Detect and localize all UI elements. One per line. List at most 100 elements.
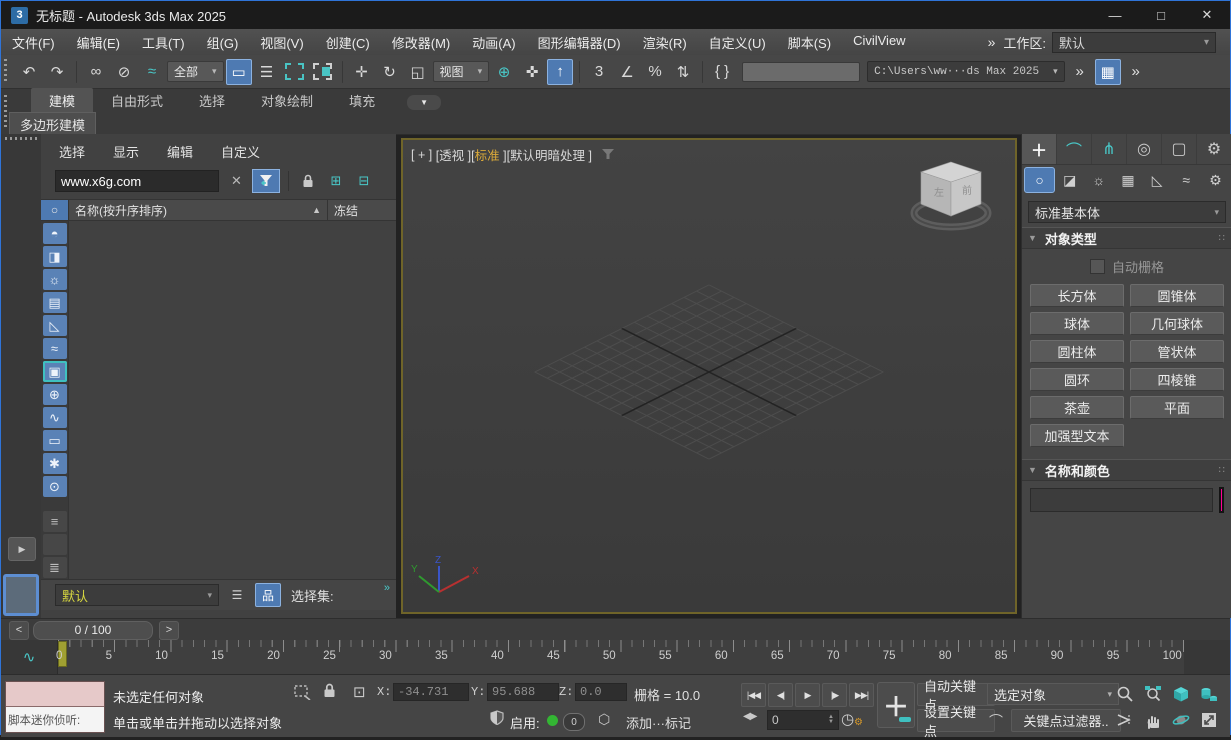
isolate-selection-icon[interactable] [293,684,311,700]
menu-item[interactable]: 编辑(E) [66,33,131,52]
object-type-rollout-header[interactable]: ▼ 对象类型 ∷ [1022,227,1231,249]
menu-item[interactable]: 组(G) [196,33,250,52]
degradation-count-button[interactable]: 0 [563,713,585,731]
subcat-helpers[interactable]: ◺ [1143,167,1172,193]
play-button[interactable]: ▶ [795,683,820,707]
zoom-icon[interactable] [1113,683,1137,705]
menu-overflow-icon[interactable]: » [988,34,996,50]
selection-set-dropdown[interactable]: 选定对象 [987,683,1119,705]
primitive-button[interactable]: 球体 [1030,312,1124,335]
toolbar-button[interactable] [76,60,77,83]
maxscript-mini-listener[interactable]: 脚本迷你侦听: [5,681,105,733]
maximize-button[interactable]: □ [1138,1,1184,29]
menu-item[interactable]: CivilView [842,33,917,52]
set-key-button[interactable]: 设置关键点 [917,705,995,739]
window-crossing-icon[interactable] [310,59,336,85]
menu-item[interactable]: 修改器(M) [381,33,462,52]
ribbon-tab[interactable]: 建模 [31,88,94,113]
zoom-extents-all-icon[interactable] [1197,683,1221,705]
absolute-mode-icon[interactable]: ⊡ [353,683,366,701]
zoom-all-icon[interactable] [1141,683,1165,705]
subcat-lights[interactable]: ☼ [1084,167,1113,193]
selection-filter-dropdown[interactable]: 全部 [167,61,224,82]
primitive-button[interactable]: 圆锥体 [1130,284,1224,307]
filter-bones-icon[interactable]: ∿ [42,407,67,429]
explorer-menu-item[interactable]: 选择 [59,142,85,161]
edit-named-selection-icon[interactable]: { } [709,59,735,85]
previous-frame-button[interactable]: ◀| [768,683,793,707]
autogrid-checkbox[interactable] [1089,259,1105,274]
filter-icon[interactable] [251,169,280,193]
primitive-button[interactable]: 圆柱体 [1030,340,1124,363]
select-and-manipulate-icon[interactable]: ✜ [519,59,545,85]
object-name-field[interactable] [1030,488,1213,512]
time-tag-icon[interactable]: ⬡ [598,711,610,728]
minimize-button[interactable]: — [1092,1,1138,29]
filter-bone-objects-icon[interactable]: ✱ [42,453,67,475]
expand-tree-icon[interactable]: ⊞ [325,171,347,191]
menu-item[interactable]: 自定义(U) [698,33,777,52]
toolbar-overflow-icon[interactable]: » [1067,59,1093,85]
hierarchy-view-icon[interactable]: 品 [255,583,281,607]
collapse-tree-icon[interactable]: ⊟ [353,171,375,191]
spinner-snap-icon[interactable]: ⇅ [670,59,696,85]
reference-coordinate-dropdown[interactable]: 视图 [432,61,490,82]
pan-hand-icon[interactable] [1141,709,1165,731]
listener-macro-row[interactable] [6,682,104,707]
workspace-dropdown[interactable]: 默认 [1052,31,1216,53]
primitive-button[interactable]: 圆环 [1030,368,1124,391]
primitive-button[interactable]: 管状体 [1130,340,1224,363]
select-and-move-icon[interactable]: ✛ [349,59,375,85]
angle-snap-icon[interactable]: ∠ [614,59,640,85]
notes-view-icon[interactable]: ≣ [42,557,67,579]
x-coord-field[interactable]: -34.731 [393,683,469,701]
subcat-shapes[interactable]: ◪ [1055,167,1084,193]
primitive-button[interactable]: 四棱锥 [1130,368,1224,391]
frozen-column-header[interactable]: 冻结 [327,200,396,220]
tab-utilities[interactable]: ⚙ [1197,134,1231,164]
menu-item[interactable]: 脚本(S) [777,33,842,52]
viewport-menu-plus[interactable]: [ + ] [411,148,432,162]
keyboard-shortcut-override-icon[interactable]: ↑ [547,58,574,85]
go-to-start-button[interactable]: |◀◀ [741,683,766,707]
zoom-extents-icon[interactable] [1169,683,1193,705]
explorer-menu-item[interactable]: 显示 [113,142,139,161]
menu-item[interactable]: 动画(A) [461,33,526,52]
filter-visibility-icon[interactable]: ⊙ [42,476,67,498]
filter-containers-icon[interactable]: ▭ [42,430,67,452]
viewcube[interactable]: 左 前 [905,154,997,236]
ribbon-tab[interactable]: 选择 [181,88,243,113]
menu-item[interactable]: 渲染(R) [632,33,698,52]
explorer-menu-item[interactable]: 自定义 [221,142,260,161]
filter-cameras-icon[interactable]: ▤ [42,292,67,314]
select-and-rotate-icon[interactable]: ↻ [377,59,403,85]
redo-icon[interactable]: ↷ [44,59,70,85]
clear-search-icon[interactable]: ✕ [231,173,242,189]
viewport-standard-label[interactable]: [标准 ] [471,145,506,164]
select-object-icon[interactable]: ▭ [225,58,252,85]
go-to-end-button[interactable]: ▶▶| [849,683,874,707]
app-icon[interactable]: 3 [11,6,28,24]
name-column-header[interactable]: 名称(按升序排序) ▲ [69,202,327,219]
previous-frame-arrow[interactable]: < [9,620,29,640]
perspective-viewport[interactable]: [ + ] [透视 ] [标准 ] [默认明暗处理 ] 左 前 Z X Y [401,138,1017,614]
primitive-button[interactable]: 几何球体 [1130,312,1224,335]
mini-curve-editor-icon[interactable]: ∿ [1,640,57,674]
add-time-tag[interactable]: 添加···标记 [626,713,691,732]
ribbon-tab[interactable]: 填充 [331,88,393,113]
menu-item[interactable]: 文件(F) [1,33,66,52]
menu-item[interactable]: 创建(C) [315,33,381,52]
layers-view-icon[interactable]: ☰ [225,584,249,606]
explorer-item-list[interactable] [69,221,396,579]
next-frame-arrow[interactable]: > [159,620,179,640]
frame-number-spinner[interactable]: 0 ▲ ▼ [767,710,839,730]
ribbon-tab[interactable]: 对象绘制 [243,88,331,113]
toolbar-overflow2-icon[interactable]: » [1123,59,1149,85]
filter-lights-icon[interactable]: ☼ [42,269,67,291]
toolbar-button[interactable] [702,60,704,83]
next-frame-button[interactable]: |▶ [822,683,847,707]
default-in-out-tangents-icon[interactable]: ⌒ [989,711,1003,731]
zoom-region-icon[interactable] [1113,709,1137,731]
toolbar-button[interactable] [579,60,581,83]
polygon-modeling-panel[interactable]: 多边形建模 [9,112,97,136]
